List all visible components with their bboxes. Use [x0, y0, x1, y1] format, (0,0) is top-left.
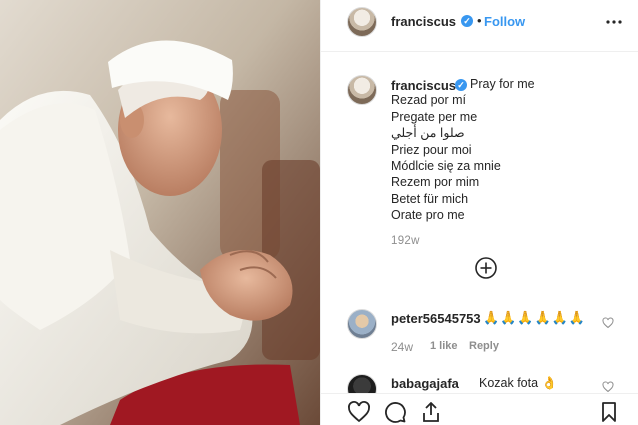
comment-username[interactable]: peter56545753	[391, 311, 481, 326]
follow-button[interactable]: Follow	[484, 14, 525, 29]
comment-likes[interactable]: 1 like	[430, 340, 458, 352]
share-icon[interactable]	[419, 400, 443, 424]
commenter-avatar[interactable]	[347, 309, 377, 339]
caption-line: Betet für mich	[391, 191, 469, 206]
caption-line: Pregate per me	[391, 109, 478, 124]
post-timestamp[interactable]: 192w	[391, 235, 420, 247]
post-side-panel: franciscus ✓ • Follow franciscus ✓ Pray …	[320, 0, 638, 425]
header-separator: •	[477, 13, 482, 28]
comment-like-heart-icon[interactable]	[602, 317, 614, 329]
avatar[interactable]	[347, 7, 377, 37]
post-header: franciscus ✓ • Follow	[321, 0, 638, 52]
comment-age: 24w	[391, 340, 414, 354]
caption-line: Orate pro me	[391, 208, 465, 223]
bookmark-icon[interactable]	[597, 400, 621, 424]
caption-line: Priez pour moi	[391, 142, 472, 157]
comment-text: 🙏🙏🙏🙏🙏🙏	[483, 310, 587, 325]
header-username[interactable]: franciscus	[391, 14, 456, 29]
caption-line: صلوا من أجلي	[391, 126, 465, 141]
caption-line: Módlcie się za mnie	[391, 159, 501, 174]
caption-line: Rezad por mí	[391, 93, 467, 108]
comment-text: Kozak fota 👌	[479, 376, 558, 390]
comment-icon[interactable]	[383, 400, 407, 424]
action-bar	[321, 393, 638, 425]
post-photo[interactable]	[0, 0, 320, 425]
caption-line: Rezem por mim	[391, 175, 480, 190]
more-options-icon[interactable]	[605, 13, 623, 31]
caption-text: Pray for me Rezad por mí Pregate per me …	[391, 76, 631, 224]
caption-avatar[interactable]	[347, 75, 377, 105]
plus-circle-icon[interactable]	[474, 256, 498, 280]
caption-line: Pray for me	[470, 77, 535, 91]
reply-button[interactable]: Reply	[469, 340, 499, 352]
praying-man-illustration	[0, 0, 320, 425]
comment-username[interactable]: babagajafa	[391, 376, 459, 391]
verified-badge-icon: ✓	[461, 15, 473, 27]
heart-icon[interactable]	[347, 400, 371, 424]
comment-like-heart-icon[interactable]	[602, 381, 614, 393]
